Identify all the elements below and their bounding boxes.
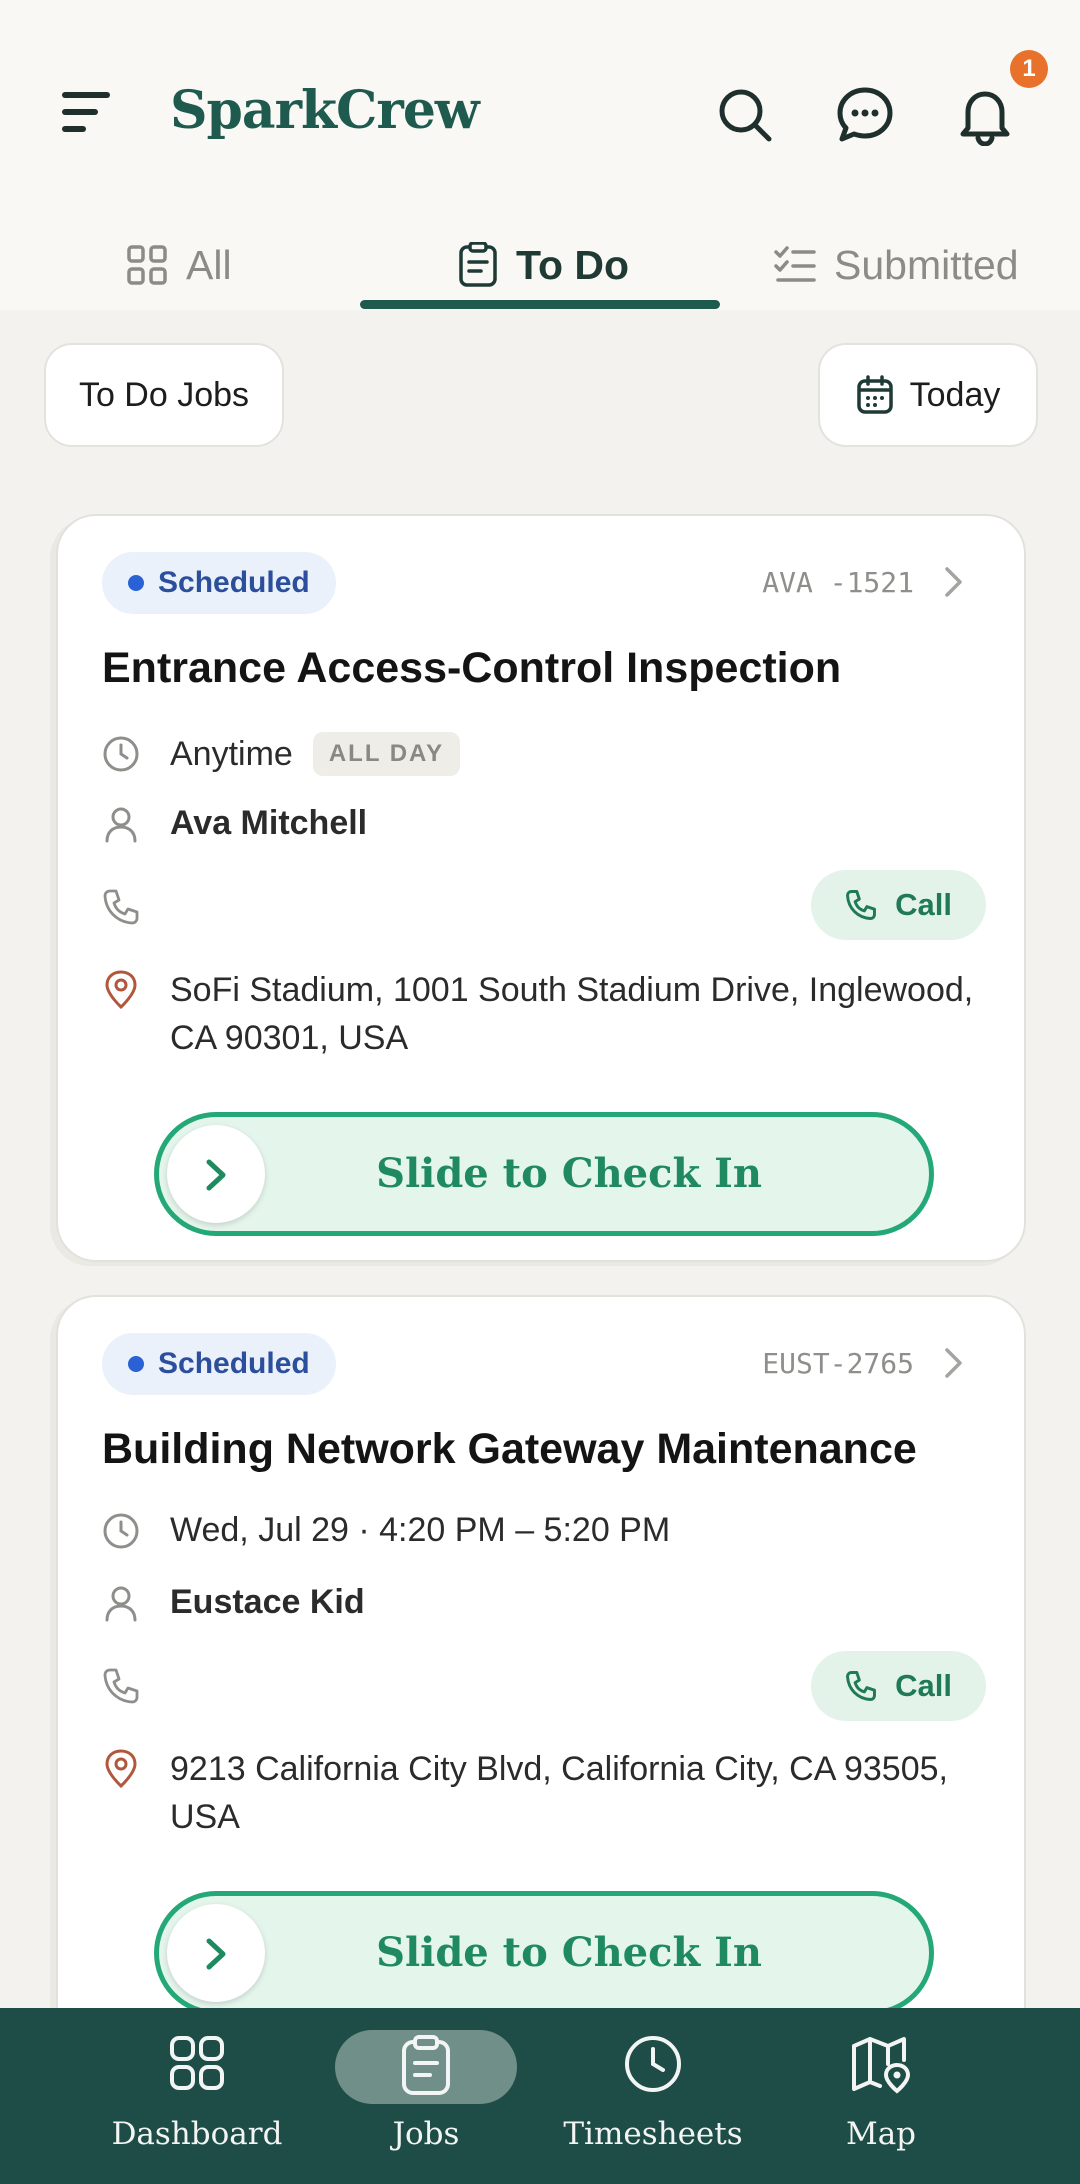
- status-label: Scheduled: [158, 1347, 310, 1380]
- app-header: SparkCrew 1 All To Do Submitted: [0, 0, 1080, 310]
- nav-map[interactable]: Map: [781, 2008, 981, 2184]
- phone-icon: [103, 889, 139, 925]
- job-time: Anytime: [170, 734, 293, 773]
- nav-map-label: Map: [845, 2116, 917, 2152]
- job-address: 9213 California City Blvd, California Ci…: [170, 1750, 948, 1836]
- chevron-right-icon[interactable]: [942, 564, 966, 600]
- location-pin-icon: [105, 1749, 137, 1789]
- job-address-row: 9213 California City Blvd, California Ci…: [102, 1745, 1002, 1841]
- tab-submitted-label: Submitted: [834, 241, 1019, 288]
- status-dot: [128, 575, 144, 591]
- call-button[interactable]: Call: [811, 870, 986, 940]
- clock-icon: [103, 1513, 139, 1548]
- map-pin-icon: [852, 2037, 911, 2094]
- to-do-jobs-filter-label: To Do Jobs: [78, 375, 250, 414]
- person-icon: [105, 807, 137, 842]
- call-button[interactable]: Call: [811, 1651, 986, 1721]
- bell-icon[interactable]: [954, 84, 1016, 146]
- grid-icon: [127, 245, 167, 285]
- slider-label: Slide to Check In: [376, 1929, 762, 1976]
- tab-to-do[interactable]: To Do: [458, 230, 629, 300]
- clock-icon: [625, 2036, 681, 2092]
- slider-label: Slide to Check In: [376, 1150, 762, 1197]
- status-badge: Scheduled: [102, 552, 336, 614]
- checklist-icon: [774, 246, 816, 282]
- clipboard-icon: [459, 242, 497, 287]
- job-time-row: Anytime ALL DAY: [102, 732, 461, 776]
- active-tab-indicator: [360, 300, 720, 309]
- status-dot: [128, 1356, 144, 1372]
- job-code: EUST-2765: [762, 1347, 914, 1380]
- all-day-badge: ALL DAY: [312, 732, 461, 776]
- phone-icon: [846, 1671, 877, 1701]
- notification-badge: 1: [1010, 50, 1048, 88]
- job-address: SoFi Stadium, 1001 South Stadium Drive, …: [170, 971, 974, 1057]
- tab-submitted[interactable]: Submitted: [774, 230, 1019, 300]
- job-tabs: All To Do Submitted: [0, 220, 1080, 310]
- call-button-label: Call: [895, 1668, 952, 1703]
- tab-to-do-label: To Do: [516, 241, 630, 288]
- status-badge: Scheduled: [102, 1333, 336, 1395]
- job-title: Building Network Gateway Maintenance: [102, 1425, 917, 1473]
- app-logo: SparkCrew: [170, 80, 480, 141]
- chevron-right-icon[interactable]: [942, 1345, 966, 1381]
- search-icon[interactable]: [714, 84, 776, 146]
- job-time: Wed, Jul 29 · 4:20 PM – 5:20 PM: [170, 1511, 671, 1549]
- location-pin-icon: [105, 970, 137, 1010]
- date-filter-button[interactable]: Today: [818, 343, 1038, 447]
- tab-all[interactable]: All: [126, 230, 232, 300]
- nav-timesheets-label: Timesheets: [563, 2116, 743, 2152]
- nav-dashboard[interactable]: Dashboard: [97, 2008, 297, 2184]
- job-address-row: SoFi Stadium, 1001 South Stadium Drive, …: [102, 966, 1002, 1062]
- chat-icon[interactable]: [834, 84, 896, 146]
- to-do-jobs-filter[interactable]: To Do Jobs: [44, 343, 284, 447]
- person-icon: [105, 1586, 137, 1621]
- nav-timesheets[interactable]: Timesheets: [553, 2008, 753, 2184]
- job-code: AVA -1521: [762, 566, 914, 599]
- nav-jobs-label: Jobs: [392, 2116, 460, 2152]
- slide-to-check-in[interactable]: Slide to Check In: [154, 1891, 934, 2015]
- contact-name: Eustace Kid: [170, 1583, 365, 1621]
- call-button-label: Call: [895, 887, 952, 922]
- nav-dashboard-label: Dashboard: [111, 2116, 283, 2152]
- job-card[interactable]: Scheduled EUST-2765 Building Network Gat…: [56, 1295, 1026, 2055]
- date-filter-label: Today: [909, 375, 1001, 414]
- status-label: Scheduled: [158, 566, 310, 599]
- job-card[interactable]: Scheduled AVA -1521 Entrance Access-Cont…: [56, 514, 1026, 1262]
- phone-icon: [103, 1668, 139, 1704]
- job-time-row: Wed, Jul 29 · 4:20 PM – 5:20 PM: [102, 1511, 670, 1550]
- clipboard-icon: [402, 2035, 450, 2095]
- phone-icon: [846, 890, 877, 920]
- tab-all-label: All: [186, 241, 232, 288]
- bottom-navigation: Dashboard Jobs Timesheets Map: [0, 2008, 1080, 2184]
- job-title: Entrance Access-Control Inspection: [102, 644, 842, 692]
- clock-icon: [103, 736, 139, 772]
- contact-name: Ava Mitchell: [170, 804, 368, 842]
- dashboard-icon: [170, 2036, 224, 2090]
- job-contact-row: Eustace Kid: [102, 1583, 365, 1622]
- nav-jobs[interactable]: Jobs: [326, 2008, 526, 2184]
- menu-icon[interactable]: [58, 88, 114, 136]
- job-contact-row: Ava Mitchell: [102, 804, 367, 843]
- slide-to-check-in[interactable]: Slide to Check In: [154, 1112, 934, 1236]
- calendar-icon: [856, 375, 893, 414]
